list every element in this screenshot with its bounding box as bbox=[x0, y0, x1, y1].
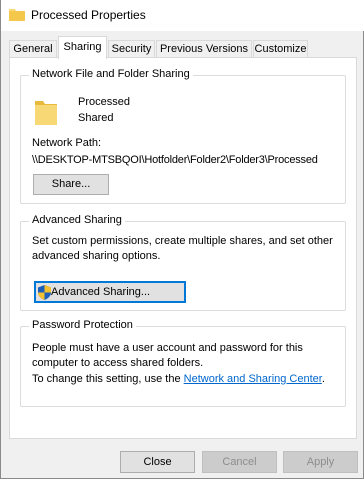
window-title: Processed Properties bbox=[31, 8, 146, 22]
uac-shield-icon bbox=[38, 285, 51, 300]
advanced-sharing-label: Advanced Sharing... bbox=[51, 286, 151, 298]
tab-general[interactable]: General bbox=[9, 40, 57, 58]
properties-window: Processed Properties General Sharing Sec… bbox=[0, 0, 364, 479]
password-protection-description: People must have a user account and pass… bbox=[32, 342, 303, 369]
tab-security[interactable]: Security bbox=[108, 40, 155, 58]
network-path-value: \\DESKTOP-MTSBQOI\Hotfolder\Folder2\Fold… bbox=[32, 154, 318, 166]
advanced-sharing-description: Set custom permissions, create multiple … bbox=[32, 235, 333, 262]
folder-icon bbox=[35, 101, 57, 125]
cancel-button[interactable]: Cancel bbox=[202, 451, 277, 473]
change-setting-suffix: . bbox=[321, 373, 325, 385]
advanced-sharing-group: Advanced Sharing Set custom permissions,… bbox=[20, 214, 346, 311]
network-path-label: Network Path: bbox=[32, 137, 102, 149]
sharing-panel: Network File and Folder Sharing Processe… bbox=[9, 57, 357, 439]
tab-sharing[interactable]: Sharing bbox=[58, 36, 107, 59]
folder-name: Processed bbox=[78, 96, 130, 108]
sharing-status: Shared bbox=[78, 112, 114, 124]
password-protection-group: Password Protection People must have a u… bbox=[20, 319, 346, 407]
tab-previous-versions[interactable]: Previous Versions bbox=[156, 40, 252, 58]
group-title: Password Protection bbox=[29, 319, 136, 331]
folder-icon bbox=[9, 9, 25, 21]
change-setting-text: To change this setting, use the Network … bbox=[32, 372, 325, 387]
share-button[interactable]: Share... bbox=[33, 174, 109, 195]
group-title: Advanced Sharing bbox=[29, 214, 125, 226]
network-sharing-center-link[interactable]: Network and Sharing Center bbox=[184, 373, 322, 385]
tab-customize[interactable]: Customize bbox=[253, 40, 308, 58]
network-sharing-group: Network File and Folder Sharing Processe… bbox=[20, 68, 346, 204]
apply-button[interactable]: Apply bbox=[283, 451, 358, 473]
group-title: Network File and Folder Sharing bbox=[29, 68, 193, 80]
change-setting-prefix: To change this setting, use the bbox=[32, 373, 184, 385]
advanced-sharing-button[interactable]: Advanced Sharing... bbox=[34, 281, 186, 303]
tab-strip: General Sharing Security Previous Versio… bbox=[1, 36, 364, 59]
title-bar[interactable]: Processed Properties bbox=[1, 0, 364, 31]
close-button[interactable]: Close bbox=[120, 451, 195, 473]
